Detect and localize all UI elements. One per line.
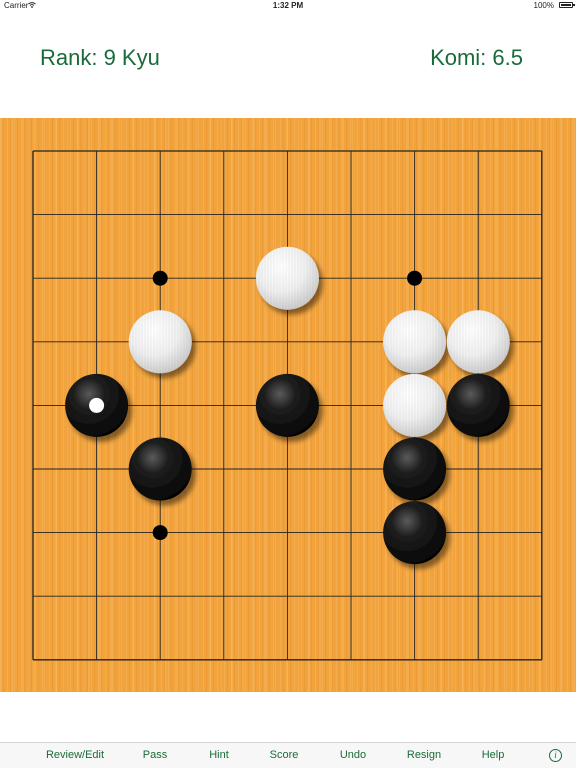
white-stone [255, 246, 319, 310]
pass-button[interactable]: Pass [143, 743, 167, 768]
battery-icon [559, 2, 575, 8]
status-bar: Carrier 1:32 PM 100% [0, 0, 576, 12]
black-stone [383, 501, 447, 565]
rank-label: Rank: 9 Kyu [40, 45, 160, 70]
black-stone [65, 373, 129, 437]
komi-label: Komi: 6.5 [430, 45, 523, 70]
info-icon[interactable]: i [549, 749, 562, 762]
last-move-marker [89, 397, 105, 413]
battery-percent: 100% [533, 1, 554, 10]
white-stone [128, 310, 192, 374]
status-time: 1:32 PM [272, 1, 304, 10]
board-grid[interactable] [0, 118, 576, 692]
white-stone [383, 310, 447, 374]
black-stone [128, 437, 192, 501]
undo-button[interactable]: Undo [340, 743, 366, 768]
star-point [152, 270, 168, 286]
hint-button[interactable]: Hint [209, 743, 229, 768]
bottom-toolbar: Review/Edit Pass Hint Score Undo Resign … [0, 742, 576, 768]
resign-button[interactable]: Resign [407, 743, 441, 768]
review-edit-button[interactable]: Review/Edit [46, 743, 104, 768]
go-board[interactable] [0, 118, 576, 692]
black-stone [446, 373, 510, 437]
score-button[interactable]: Score [270, 743, 299, 768]
star-point [152, 525, 168, 541]
star-point [407, 270, 423, 286]
white-stone [446, 310, 510, 374]
black-stone [383, 437, 447, 501]
white-stone [383, 373, 447, 437]
help-button[interactable]: Help [482, 743, 505, 768]
black-stone [255, 373, 319, 437]
